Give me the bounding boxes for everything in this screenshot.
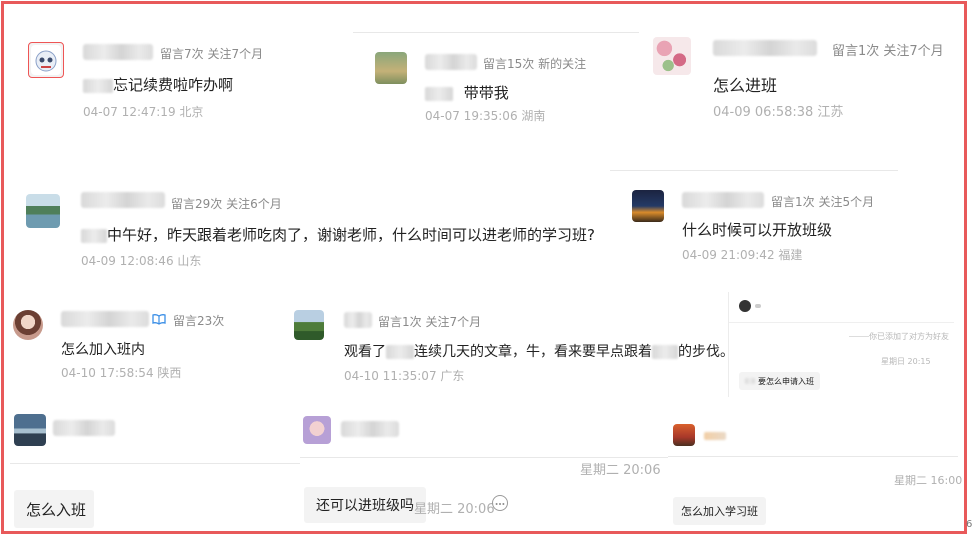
comment-text-part: 的步伐。 (678, 344, 734, 360)
edge-char: 6 (966, 519, 973, 530)
comment-text: 带带我 (425, 82, 509, 103)
chat-name-blurred (704, 432, 726, 440)
comment-text: 什么时候可以开放班级 (682, 221, 833, 239)
comment-meta: 留言7次 关注7个月 (160, 47, 264, 61)
divider (610, 170, 898, 171)
mini-chat-bubble: 要怎么申请入班 (739, 372, 820, 390)
avatar-floral[interactable] (653, 37, 691, 75)
username-blurred (425, 54, 477, 70)
comment-text: 忘记续费啦咋办啊 (83, 74, 233, 95)
comment-time: 04-09 06:58:38 江苏 (713, 105, 844, 120)
comment-text: 中午好，昨天跟着老师吃肉了，谢谢老师，什么时间可以进老师的学习班? (81, 224, 595, 245)
comment-text: 观看了 连续几天的文章，牛，看来要早点跟着 的步伐。 (344, 341, 734, 361)
screenshot-collage: 留言7次 关注7个月 忘记续费啦咋办啊 04-07 12:47:19 北京 留言… (1, 1, 967, 534)
chat-divider (10, 463, 300, 464)
username-blurred (61, 311, 149, 327)
verified-icon (152, 311, 166, 325)
mini-system-line: 你已添加了对方为好友 (869, 332, 949, 341)
mini-avatar-icon (739, 300, 751, 312)
chat-side-time: 星期二 20:06 (414, 502, 495, 517)
comment-time: 04-07 19:35:06 湖南 (425, 109, 546, 123)
mini-divider (729, 322, 954, 323)
comment-text: 怎么加入班内 (61, 342, 145, 358)
chat-time: 星期二 20:06 (580, 463, 661, 478)
blurred-name (745, 378, 755, 384)
mini-chat-bubble-text: 要怎么申请入班 (758, 376, 814, 386)
chat-name-blurred (341, 421, 399, 437)
comment-meta: 留言1次 关注7个月 (832, 44, 944, 59)
avatar-lake[interactable] (26, 194, 60, 228)
avatar-night-city[interactable] (632, 190, 664, 222)
avatar-cartoon[interactable] (303, 416, 331, 444)
avatar-robot[interactable] (28, 42, 64, 78)
chat-divider (300, 457, 668, 458)
avatar-mountain[interactable] (14, 414, 46, 446)
mini-chat-panel: 你已添加了对方为好友 星期日 20:15 要怎么申请入班 (728, 292, 954, 397)
comment-meta: 留言23次 (173, 314, 225, 328)
avatar-landscape[interactable] (375, 52, 407, 84)
chat-divider (668, 456, 958, 457)
comment-text-body: 中午好，昨天跟着老师吃肉了，谢谢老师，什么时间可以进老师的学习班? (107, 226, 595, 244)
mini-time: 星期日 20:15 (881, 357, 931, 366)
chat-time: 星期二 16:00 (894, 474, 963, 487)
comment-meta: 留言1次 关注7个月 (378, 315, 482, 329)
comment-time: 04-10 11:35:07 广东 (344, 369, 465, 383)
mini-name-blurred (755, 304, 761, 308)
blurred-name (386, 345, 414, 359)
comment-text: 怎么进班 (713, 76, 778, 95)
divider (353, 32, 639, 33)
chat-bubble: 怎么入班 (14, 490, 94, 528)
comment-time: 04-10 17:58:54 陕西 (61, 366, 182, 380)
avatar-sunset[interactable] (673, 424, 695, 446)
comment-meta: 留言1次 关注5个月 (771, 195, 875, 209)
comment-time: 04-09 12:08:46 山东 (81, 254, 202, 268)
comment-text-part: 连续几天的文章，牛，看来要早点跟着 (414, 344, 652, 360)
blurred-name (652, 345, 678, 359)
avatar-hills[interactable] (294, 310, 324, 340)
comment-text-body: 带带我 (463, 84, 509, 102)
comment-time: 04-09 21:09:42 福建 (682, 248, 803, 262)
comment-time: 04-07 12:47:19 北京 (83, 105, 204, 119)
more-options-icon[interactable] (492, 495, 508, 511)
blurred-name (83, 78, 113, 93)
blurred-name (81, 228, 107, 243)
chat-name-blurred (53, 420, 115, 436)
username-blurred (682, 192, 764, 208)
username-blurred (713, 40, 817, 56)
comment-text-part: 观看了 (344, 344, 386, 360)
mini-divider (849, 336, 869, 337)
comment-text-body: 忘记续费啦咋办啊 (113, 76, 234, 94)
comment-meta: 留言15次 新的关注 (483, 57, 587, 71)
avatar-girl[interactable] (13, 310, 43, 340)
comment-meta: 留言29次 关注6个月 (171, 197, 282, 211)
username-blurred (81, 192, 165, 208)
blurred-name (425, 86, 453, 101)
chat-bubble: 怎么加入学习班 (673, 497, 766, 525)
chat-bubble: 还可以进班级吗 (304, 487, 426, 523)
username-blurred (344, 312, 372, 328)
username-blurred (83, 44, 153, 60)
